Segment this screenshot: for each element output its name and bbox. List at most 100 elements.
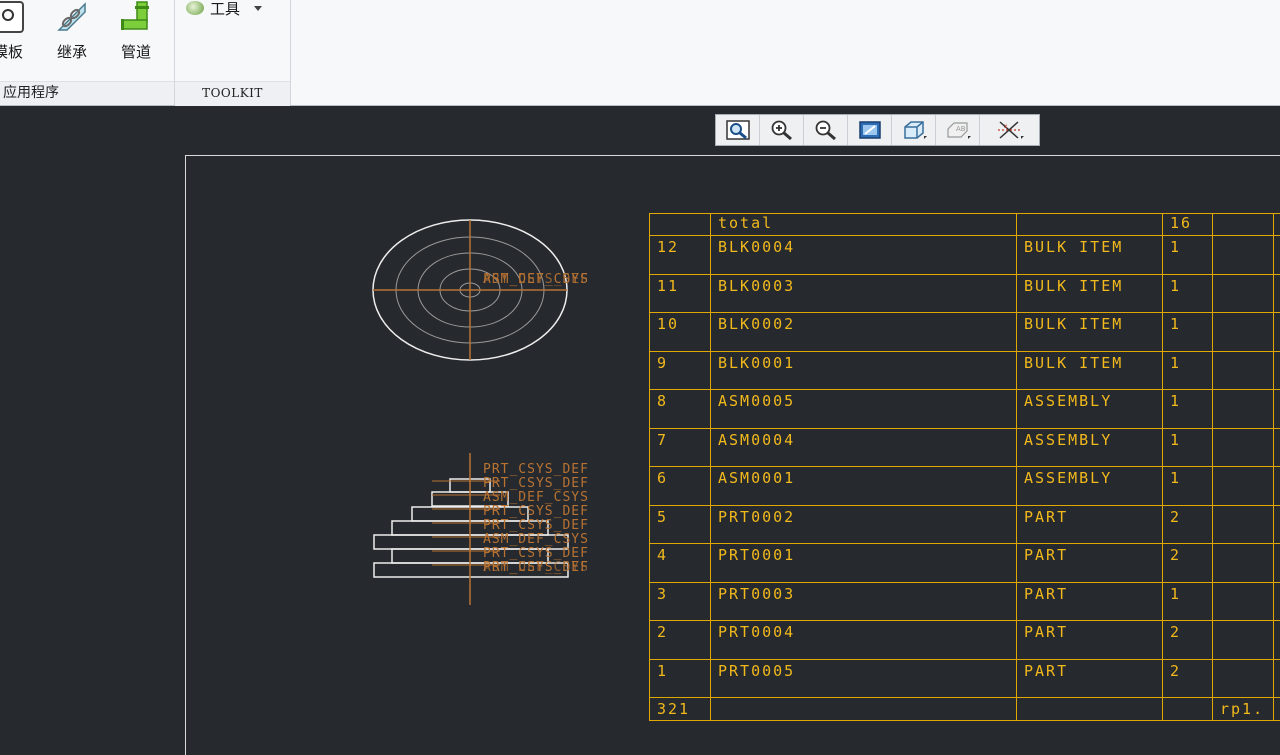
- bom-name: PRT0004: [711, 621, 1017, 660]
- bom-type: ASSEMBLY: [1017, 467, 1163, 506]
- bom-qty: 2: [1163, 544, 1213, 583]
- bom-cell: [1163, 698, 1213, 721]
- bom-cell: [1213, 582, 1274, 621]
- bom-index: 7: [650, 428, 711, 467]
- bom-type: PART: [1017, 544, 1163, 583]
- bom-cell: [1213, 505, 1274, 544]
- table-row[interactable]: 6ASM0001ASSEMBLY1: [650, 467, 1280, 506]
- bom-cell: [1274, 582, 1280, 621]
- bom-cell: [1213, 621, 1274, 660]
- bom-type: BULK ITEM: [1017, 351, 1163, 390]
- bom-cell: [1274, 544, 1280, 583]
- bom-type: ASSEMBLY: [1017, 390, 1163, 429]
- table-row[interactable]: 7ASM0004ASSEMBLY1: [650, 428, 1280, 467]
- bom-qty: 2: [1163, 659, 1213, 698]
- stack-csys-label: PRT_CSYS_DEF: [483, 504, 589, 519]
- top-view[interactable]: [373, 220, 567, 360]
- bom-cell: [1274, 390, 1280, 429]
- stack-csys-label: PRT_CSYS_DEF: [483, 518, 589, 533]
- bom-type: BULK ITEM: [1017, 313, 1163, 352]
- bom-header-name: total: [711, 214, 1017, 236]
- bom-cell: [1213, 467, 1274, 506]
- bom-index: 1: [650, 659, 711, 698]
- bom-cell: [1274, 467, 1280, 506]
- bom-header-row[interactable]: total 16: [650, 214, 1280, 236]
- bom-name: PRT0005: [711, 659, 1017, 698]
- stack-csys-label: ASM_DEF_CSYS: [483, 560, 589, 575]
- bom-type: PART: [1017, 621, 1163, 660]
- bom-footer-note: rp1.: [1213, 698, 1274, 721]
- table-row[interactable]: 8ASM0005ASSEMBLY1: [650, 390, 1280, 429]
- bom-index: 11: [650, 274, 711, 313]
- table-row[interactable]: 1PRT0005PART2: [650, 659, 1280, 698]
- bom-index: 9: [650, 351, 711, 390]
- bom-cell: [1274, 236, 1280, 275]
- bom-footer-row[interactable]: 321 rp1.: [650, 698, 1280, 721]
- bom-cell: [1274, 274, 1280, 313]
- bom-name: PRT0003: [711, 582, 1017, 621]
- bom-cell: [1274, 621, 1280, 660]
- bom-header-qty: 16: [1163, 214, 1213, 236]
- bom-type: BULK ITEM: [1017, 236, 1163, 275]
- bom-cell: [1274, 351, 1280, 390]
- bom-cell: [1017, 214, 1163, 236]
- bom-index: 8: [650, 390, 711, 429]
- top-view-csys-label: PRT_CSYS_DEF: [483, 272, 589, 287]
- bom-type: PART: [1017, 505, 1163, 544]
- bom-type: PART: [1017, 659, 1163, 698]
- bom-cell: [1274, 659, 1280, 698]
- bom-cell: [1274, 313, 1280, 352]
- table-row[interactable]: 10BLK0002BULK ITEM1: [650, 313, 1280, 352]
- bom-qty: 1: [1163, 313, 1213, 352]
- bom-index: 10: [650, 313, 711, 352]
- bom-cell: [711, 698, 1017, 721]
- bom-table[interactable]: total 16 12BLK0004BULK ITEM1 11BLK0003BU…: [649, 213, 1280, 721]
- bom-qty: 2: [1163, 621, 1213, 660]
- bom-type: BULK ITEM: [1017, 274, 1163, 313]
- table-row[interactable]: 2PRT0004PART2: [650, 621, 1280, 660]
- stack-csys-label: ASM_DEF_CSYS: [483, 532, 589, 547]
- bom-name: BLK0001: [711, 351, 1017, 390]
- table-row[interactable]: 12BLK0004BULK ITEM1: [650, 236, 1280, 275]
- bom-qty: 1: [1163, 428, 1213, 467]
- bom-cell: [1274, 505, 1280, 544]
- bom-cell: [1274, 214, 1280, 236]
- bom-cell: [1213, 659, 1274, 698]
- bom-cell: [1213, 351, 1274, 390]
- bom-qty: 1: [1163, 274, 1213, 313]
- bom-index: 2: [650, 621, 711, 660]
- table-row[interactable]: 4PRT0001PART2: [650, 544, 1280, 583]
- bom-qty: 1: [1163, 236, 1213, 275]
- bom-cell: [1017, 698, 1163, 721]
- bom-type: PART: [1017, 582, 1163, 621]
- bom-cell: [1213, 236, 1274, 275]
- bom-cell: [650, 214, 711, 236]
- bom-index: 6: [650, 467, 711, 506]
- bom-name: PRT0001: [711, 544, 1017, 583]
- bom-index: 5: [650, 505, 711, 544]
- bom-qty: 1: [1163, 467, 1213, 506]
- bom-cell: [1213, 313, 1274, 352]
- bom-index: 4: [650, 544, 711, 583]
- table-row[interactable]: 9BLK0001BULK ITEM1: [650, 351, 1280, 390]
- stack-csys-label: ASM_DEF_CSYS: [483, 490, 589, 505]
- bom-cell: [1213, 390, 1274, 429]
- bom-cell: [1213, 544, 1274, 583]
- bom-name: BLK0004: [711, 236, 1017, 275]
- stack-csys-label: PRT_CSYS_DEF: [483, 476, 589, 491]
- bom-index: 12: [650, 236, 711, 275]
- stack-csys-label: PRT_CSYS_DEF: [483, 546, 589, 561]
- bom-qty: 1: [1163, 390, 1213, 429]
- table-row[interactable]: 3PRT0003PART1: [650, 582, 1280, 621]
- bom-cell: [1274, 698, 1280, 721]
- bom-name: BLK0002: [711, 313, 1017, 352]
- bom-type: ASSEMBLY: [1017, 428, 1163, 467]
- bom-name: ASM0004: [711, 428, 1017, 467]
- bom-name: BLK0003: [711, 274, 1017, 313]
- table-row[interactable]: 11BLK0003BULK ITEM1: [650, 274, 1280, 313]
- bom-footer-index: 321: [650, 698, 711, 721]
- bom-qty: 1: [1163, 351, 1213, 390]
- bom-name: PRT0002: [711, 505, 1017, 544]
- table-row[interactable]: 5PRT0002PART2: [650, 505, 1280, 544]
- bom-cell: [1274, 428, 1280, 467]
